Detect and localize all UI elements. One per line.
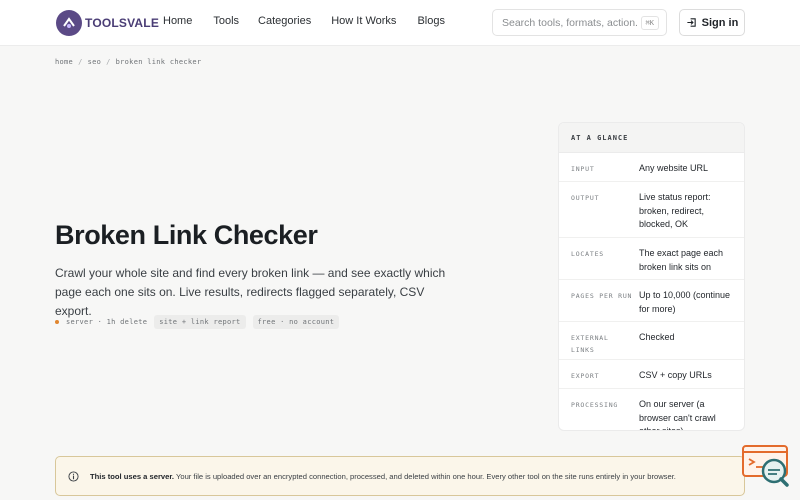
- nav-tools[interactable]: Tools: [213, 15, 239, 27]
- glance-value: Checked: [639, 332, 675, 342]
- glance-key: EXPORT: [571, 372, 600, 380]
- search-box[interactable]: ⌘K: [492, 9, 667, 36]
- nav-how-it-works[interactable]: How It Works: [331, 15, 396, 27]
- glance-key: EXTERNAL LINKS: [571, 334, 609, 354]
- server-notice-text: This tool uses a server. Your file is up…: [90, 472, 676, 481]
- breadcrumb-home[interactable]: home: [55, 58, 73, 66]
- chat-search-icon: [742, 445, 789, 487]
- at-a-glance-heading: AT A GLANCE: [559, 123, 744, 153]
- glance-key: INPUT: [571, 165, 595, 173]
- nav-categories[interactable]: Categories: [258, 15, 311, 27]
- glance-row-export: EXPORT CSV + copy URLs: [559, 360, 744, 389]
- glance-row-output: OUTPUT Live status report: broken, redir…: [559, 182, 744, 238]
- chip-free: free · no account: [252, 315, 340, 329]
- breadcrumb: home / seo / broken link checker: [55, 58, 201, 66]
- at-a-glance-card: AT A GLANCE INPUT Any website URL OUTPUT…: [558, 122, 745, 431]
- brand-logo[interactable]: TOOLSVALE: [56, 9, 159, 37]
- nav-home[interactable]: Home: [163, 15, 192, 27]
- tool-meta: server · 1h delete site + link report fr…: [55, 315, 340, 329]
- glance-value: Any website URL: [639, 163, 709, 173]
- breadcrumb-separator: /: [106, 58, 111, 66]
- glance-key: PAGES PER RUN: [571, 292, 633, 300]
- brand-name: TOOLSVALE: [85, 16, 160, 30]
- server-notice: This tool uses a server. Your file is up…: [55, 456, 745, 496]
- glance-value: Live status report: broken, redirect, bl…: [639, 192, 711, 229]
- breadcrumb-seo[interactable]: seo: [88, 58, 102, 66]
- info-icon: [68, 470, 79, 482]
- chat-widget-button[interactable]: [741, 443, 791, 489]
- server-notice-body: Your file is uploaded over an encrypted …: [174, 471, 676, 481]
- server-notice-strong: This tool uses a server.: [90, 471, 174, 481]
- glance-row-input: INPUT Any website URL: [559, 153, 744, 182]
- search-shortcut-badge: ⌘K: [640, 16, 659, 30]
- page-description: Crawl your whole site and find every bro…: [55, 266, 446, 318]
- glance-row-locates: LOCATES The exact page each broken link …: [559, 238, 744, 280]
- server-status-dot: [55, 320, 59, 324]
- glance-value: CSV + copy URLs: [639, 370, 712, 380]
- glance-row-processing: PROCESSING On our server (a browser can'…: [559, 389, 744, 431]
- top-header: TOOLSVALE Home Tools Categories How It W…: [0, 0, 800, 46]
- sign-in-label: Sign in: [701, 16, 739, 29]
- brand-logo-icon: [56, 10, 82, 36]
- main-nav: Home Tools Categories How It Works Blogs: [163, 15, 445, 27]
- sign-in-button[interactable]: Sign in: [679, 9, 745, 36]
- page-title: Broken Link Checker: [55, 220, 318, 250]
- glance-key: LOCATES: [571, 250, 604, 258]
- server-meta-text: server · 1h delete: [66, 318, 148, 326]
- glance-key: PROCESSING: [571, 401, 619, 409]
- glance-value: Up to 10,000 (continue for more): [639, 290, 731, 314]
- sign-in-icon: [687, 18, 696, 27]
- glance-row-pages-per-run: PAGES PER RUN Up to 10,000 (continue for…: [559, 280, 744, 322]
- nav-blogs[interactable]: Blogs: [417, 15, 445, 27]
- glance-key: OUTPUT: [571, 194, 600, 202]
- glance-value: On our server (a browser can't crawl oth…: [639, 399, 716, 431]
- chip-report: site + link report: [154, 315, 246, 329]
- breadcrumb-current: broken link checker: [115, 58, 202, 66]
- glance-row-external-links: EXTERNAL LINKS Checked: [559, 322, 744, 360]
- breadcrumb-separator: /: [78, 58, 83, 66]
- search-input[interactable]: [502, 16, 637, 30]
- glance-value: The exact page each broken link sits on: [639, 248, 724, 272]
